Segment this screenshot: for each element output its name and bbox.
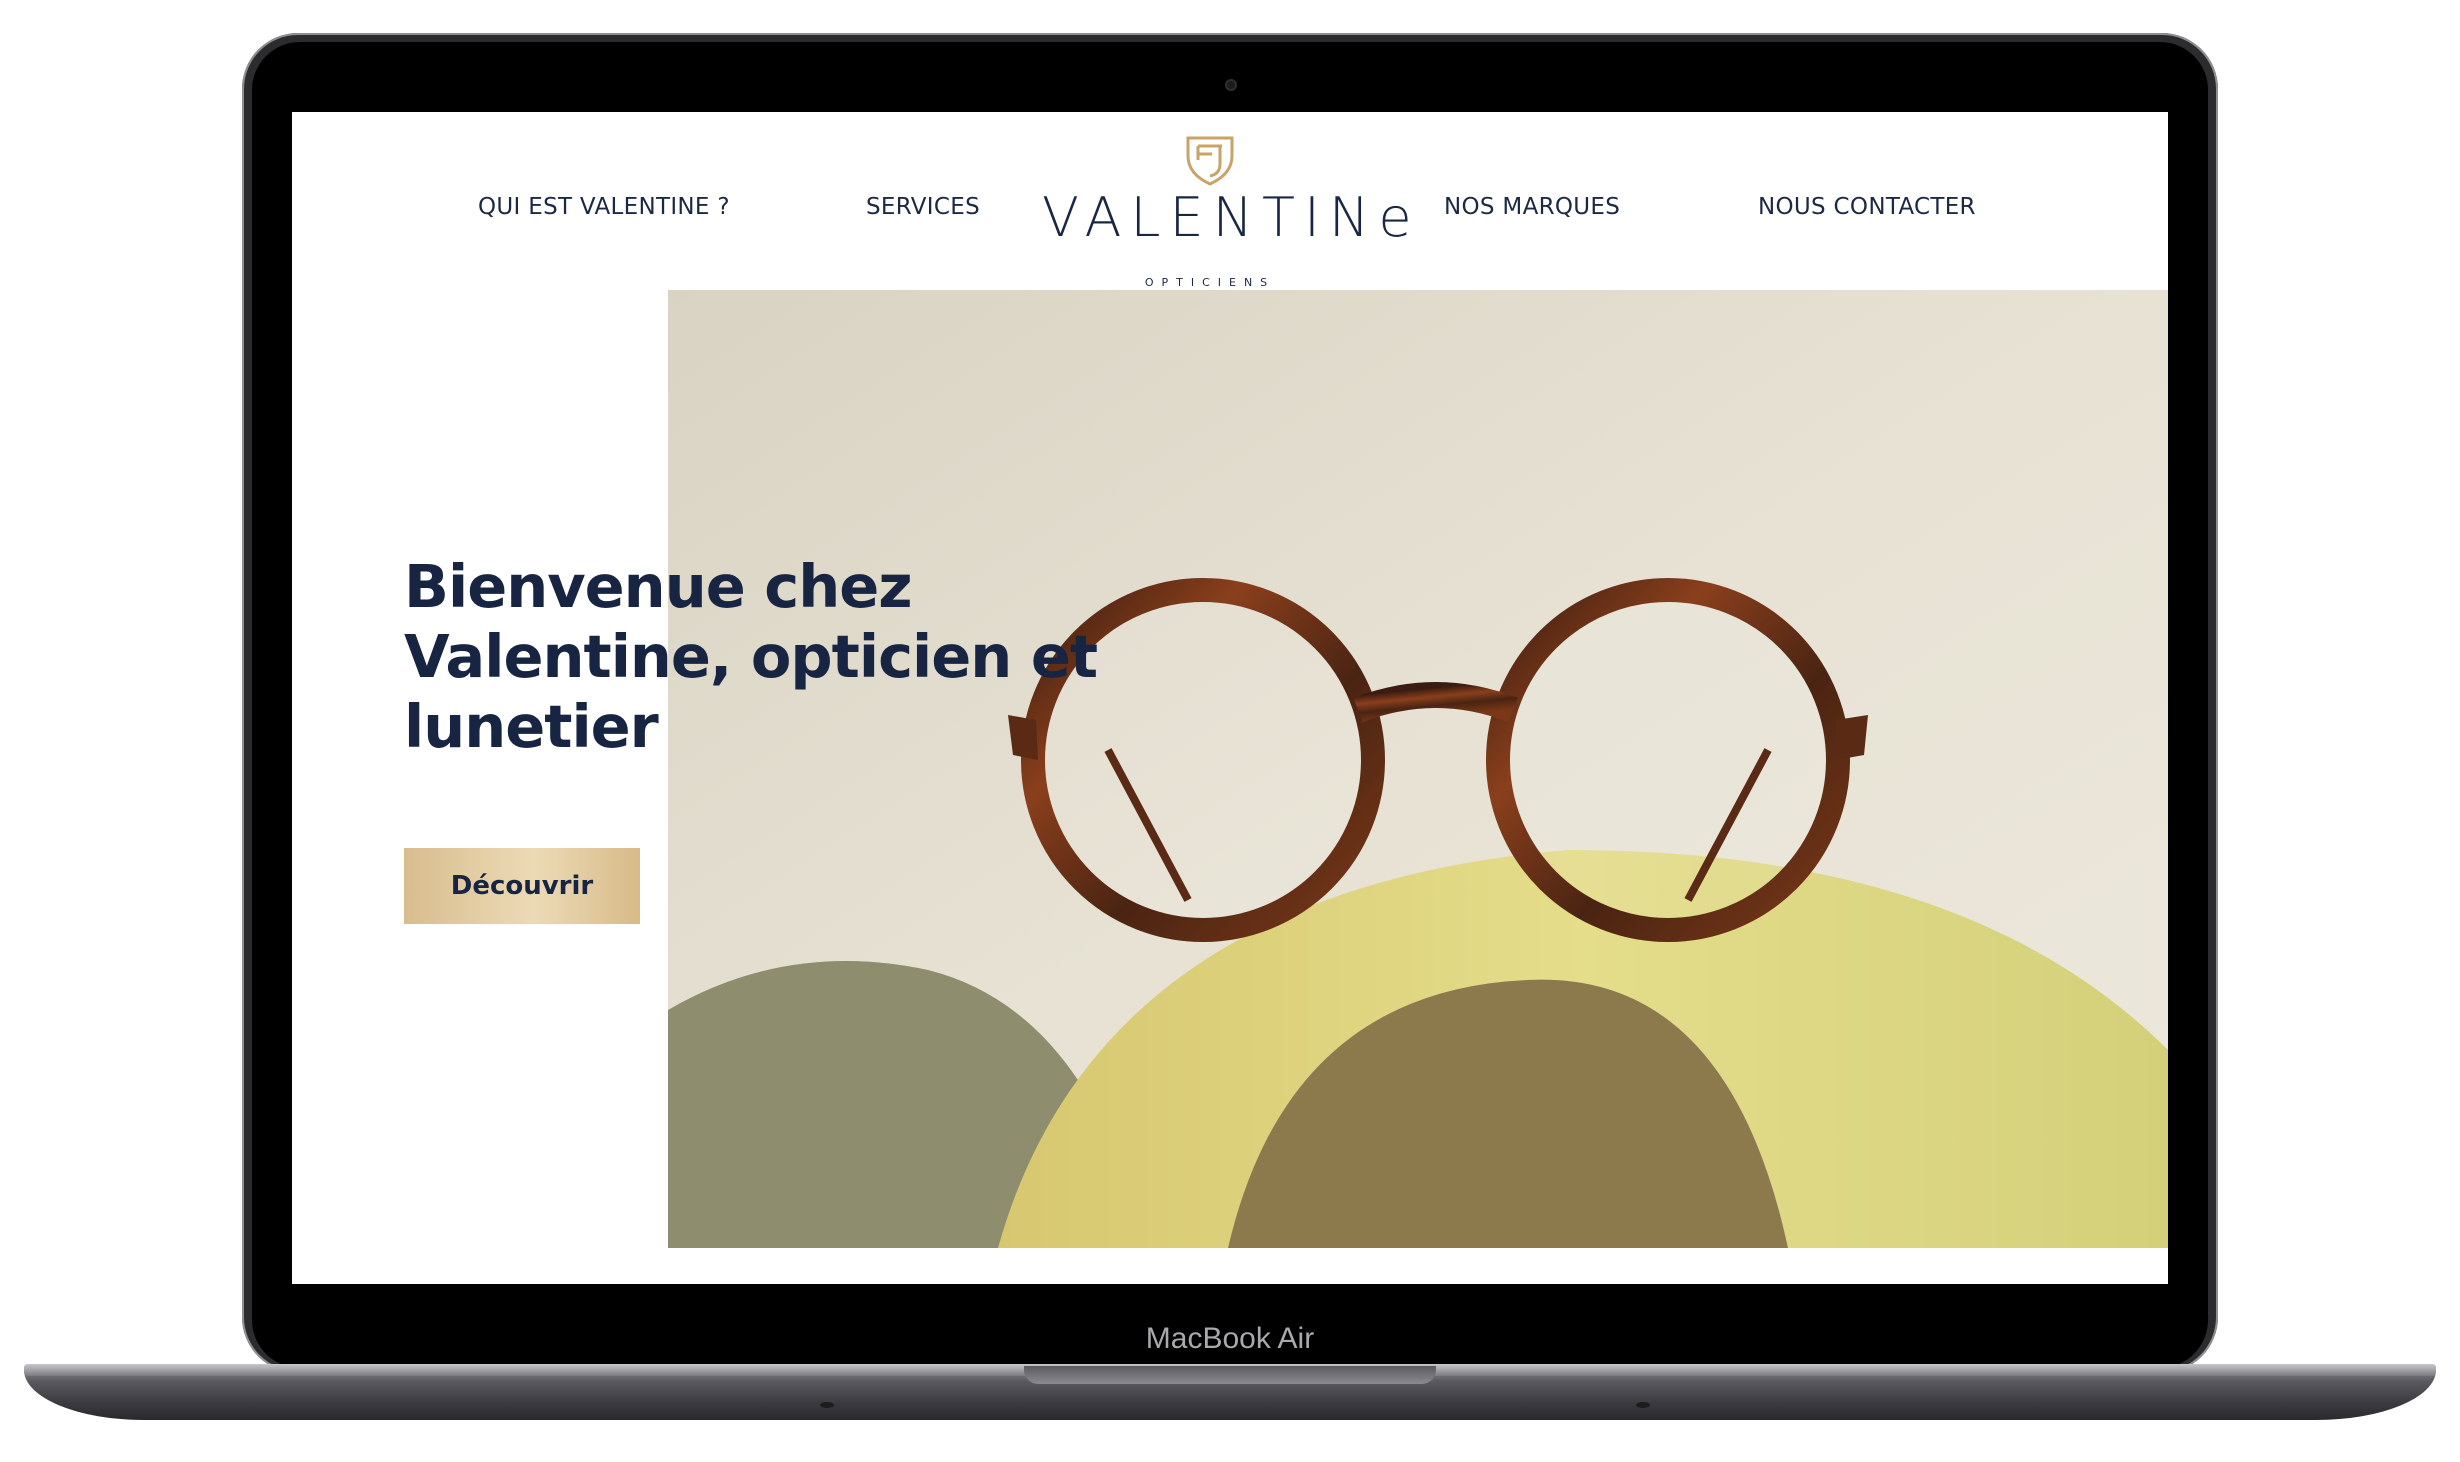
brand-logo[interactable]: VALENTINe OPTICIENS xyxy=(1042,134,1421,289)
laptop-foot xyxy=(1636,1402,1650,1408)
nav-link-nous-contacter[interactable]: NOUS CONTACTER xyxy=(1758,194,1976,220)
device-label: MacBook Air xyxy=(1145,1322,1315,1355)
camera-icon xyxy=(1225,79,1237,91)
website-viewport: QUI EST VALENTINE ? SERVICES VALENTINe O… xyxy=(292,112,2168,1284)
nav-link-services[interactable]: SERVICES xyxy=(866,194,980,220)
hero-image-glasses xyxy=(668,290,2168,1248)
decouvrir-button[interactable]: Découvrir xyxy=(404,848,640,924)
laptop-foot xyxy=(820,1402,834,1408)
nav-link-qui-est-valentine[interactable]: QUI EST VALENTINE ? xyxy=(478,194,730,220)
logo-tagline: OPTICIENS xyxy=(1144,276,1276,289)
laptop-hinge-notch xyxy=(1024,1366,1436,1384)
nav-link-nos-marques[interactable]: NOS MARQUES xyxy=(1444,194,1620,220)
logo-wordmark: VALENTINe xyxy=(1042,186,1421,249)
logo-emblem-icon xyxy=(1186,136,1234,186)
hero-headline: Bienvenue chez Valentine, opticien et lu… xyxy=(404,552,1098,761)
